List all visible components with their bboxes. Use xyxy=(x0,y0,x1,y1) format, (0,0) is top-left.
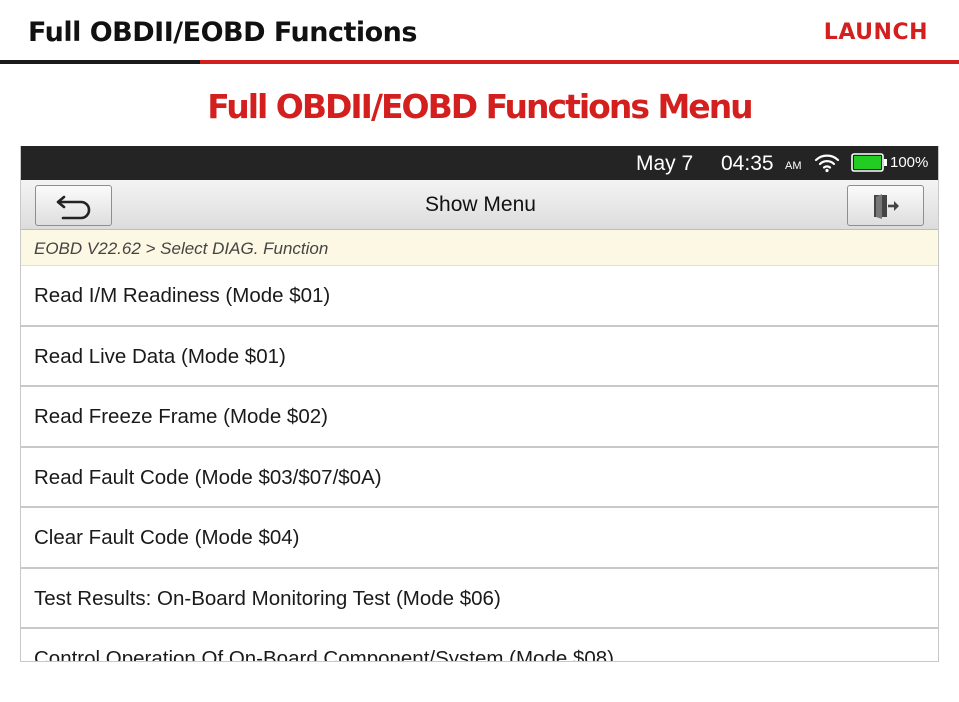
menu-item-read-freeze-frame[interactable]: Read Freeze Frame (Mode $02) xyxy=(21,387,938,448)
slide-subtitle: Full OBDII/EOBD Functions Menu xyxy=(207,87,753,126)
menu-item-read-live-data[interactable]: Read Live Data (Mode $01) xyxy=(21,327,938,387)
status-battery-percent: 100% xyxy=(890,154,929,171)
device-screen: May 7 04:35 AM 100% Show Menu EOBD V22.6… xyxy=(20,146,939,662)
status-time: 04:35 xyxy=(721,152,774,175)
menu-item-read-fault-code[interactable]: Read Fault Code (Mode $03/$07/$0A) xyxy=(21,448,938,508)
toolbar-title: Show Menu xyxy=(425,193,536,216)
menu-item-control-operation[interactable]: Control Operation Of On-Board Component/… xyxy=(21,629,938,661)
header-rule-red xyxy=(200,60,959,64)
toolbar: Show Menu xyxy=(21,180,938,230)
menu-item-clear-fault-code[interactable]: Clear Fault Code (Mode $04) xyxy=(21,508,938,569)
exit-button[interactable] xyxy=(847,185,924,226)
brand-logo: LAUNCH xyxy=(823,20,928,45)
status-bar: May 7 04:35 AM 100% xyxy=(21,146,938,180)
wifi-icon xyxy=(814,154,840,173)
exit-door-icon xyxy=(873,193,899,219)
status-ampm: AM xyxy=(785,160,802,172)
menu-item-test-results[interactable]: Test Results: On-Board Monitoring Test (… xyxy=(21,569,938,629)
header-rule-dark xyxy=(0,60,200,64)
slide-title: Full OBDII/EOBD Functions xyxy=(28,17,417,48)
status-date: May 7 xyxy=(636,152,694,175)
function-menu: Read I/M Readiness (Mode $01) Read Live … xyxy=(21,266,938,661)
breadcrumb: EOBD V22.62 > Select DIAG. Function xyxy=(21,230,938,266)
menu-item-read-im-readiness[interactable]: Read I/M Readiness (Mode $01) xyxy=(21,266,938,327)
battery-full-icon xyxy=(851,153,887,172)
